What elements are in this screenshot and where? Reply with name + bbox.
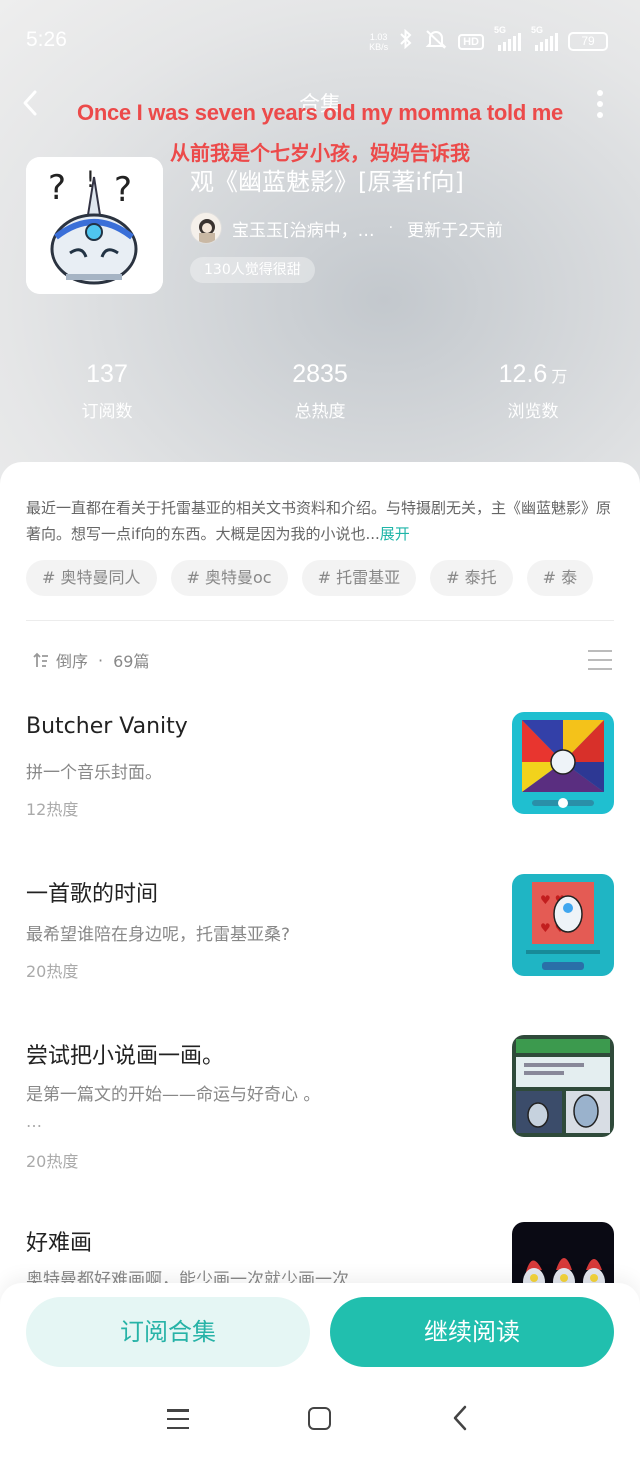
chapter-title[interactable]: Butcher Vanity bbox=[26, 714, 188, 739]
chapter-heat: 20热度 bbox=[26, 962, 79, 981]
network-speed: 1.03 KB/s bbox=[369, 31, 389, 52]
subscribe-collection-button[interactable]: 订阅合集 bbox=[26, 1297, 310, 1367]
chapter-subtitle: 最希望谁陪在身边呢，托雷基亚桑? bbox=[26, 925, 291, 945]
likes-badge: 130人觉得很甜 bbox=[190, 257, 315, 283]
tag-chip[interactable]: # 托雷基亚 bbox=[301, 560, 417, 596]
chapter-subtitle-continued: … bbox=[26, 1112, 42, 1131]
clock: 5:26 bbox=[26, 28, 67, 51]
tag-chip[interactable]: # 奥特曼同人 bbox=[26, 560, 157, 596]
separator: · bbox=[98, 650, 104, 670]
chapter-subtitle: 拼一个音乐封面。 bbox=[26, 763, 162, 783]
sort-icon bbox=[33, 652, 48, 667]
tag-list: # 奥特曼同人 # 奥特曼oc # 托雷基亚 # 泰托 # 泰 bbox=[26, 560, 640, 596]
chapter-thumbnail[interactable] bbox=[512, 1035, 614, 1137]
tag-chip[interactable]: # 泰托 bbox=[430, 560, 513, 596]
chapter-heat: 12热度 bbox=[26, 800, 79, 819]
chapter-heat: 20热度 bbox=[26, 1152, 79, 1171]
author-row[interactable]: 宝玉玉[治病中，… · 更新于2天前 bbox=[190, 212, 503, 244]
continue-reading-button[interactable]: 继续阅读 bbox=[330, 1297, 614, 1367]
home-square-icon[interactable] bbox=[308, 1407, 331, 1430]
bluetooth-icon bbox=[398, 28, 414, 54]
mute-bell-icon bbox=[424, 28, 448, 55]
chapter-thumbnail[interactable]: ♥ ♥ ♥ ♥ bbox=[512, 874, 614, 976]
svg-text:?: ? bbox=[114, 170, 132, 210]
hd-voice-icon: HD bbox=[458, 33, 484, 50]
collection-title: 观《幽蓝魅影》[原著if向] bbox=[190, 168, 464, 196]
expand-link[interactable]: 展开 bbox=[380, 525, 410, 543]
signal-icon-1: 5G bbox=[494, 25, 521, 51]
stat-heat: 2835 总热度 bbox=[292, 360, 348, 422]
svg-text:?: ? bbox=[48, 168, 66, 208]
chapter-title[interactable]: 一首歌的时间 bbox=[26, 876, 158, 908]
chapter-count: 69篇 bbox=[113, 652, 150, 671]
more-vertical-icon bbox=[597, 90, 603, 96]
author-avatar[interactable] bbox=[190, 212, 222, 244]
update-time: 更新于2天前 bbox=[407, 220, 503, 241]
signal-icon-2: 5G bbox=[531, 25, 558, 51]
status-bar: 5:26 1.03 KB/s HD 5G 5G 79 bbox=[0, 0, 640, 80]
chapter-subtitle: 是第一篇文的开始——命运与好奇心 。 bbox=[26, 1085, 321, 1105]
tag-chip[interactable]: # 泰 bbox=[526, 560, 594, 596]
sort-label[interactable]: 倒序 bbox=[56, 648, 88, 672]
author-name[interactable]: 宝玉玉[治病中，… bbox=[232, 216, 375, 241]
divider bbox=[26, 620, 614, 621]
collection-description: 最近一直都在看关于托雷基亚的相关文书资料和介绍。与特摄剧无关，主《幽蓝魅影》原著… bbox=[26, 499, 612, 543]
chapter-title[interactable]: 尝试把小说画一画。 bbox=[26, 1038, 224, 1070]
cover-illustration: ? ! ? bbox=[26, 157, 163, 294]
stat-subscribers: 137 订阅数 bbox=[81, 360, 133, 422]
overlay-caption-english: Once I was seven years old my momma told… bbox=[77, 100, 563, 125]
menu-icon[interactable] bbox=[167, 1409, 189, 1429]
back-chevron-icon[interactable] bbox=[451, 1403, 469, 1439]
sort-toggle[interactable]: 倒序 · 69篇 bbox=[32, 648, 149, 672]
stat-views: 12.6 万 浏览数 bbox=[498, 360, 568, 422]
collection-cover[interactable]: ? ! ? bbox=[26, 157, 163, 294]
tag-chip[interactable]: # 奥特曼oc bbox=[170, 560, 288, 596]
separator: · bbox=[388, 220, 394, 236]
chapter-title[interactable]: 好难画 bbox=[26, 1225, 92, 1257]
status-icons: 1.03 KB/s HD 5G 5G 79 bbox=[369, 25, 608, 55]
battery-icon: 79 bbox=[568, 32, 608, 51]
list-view-icon[interactable] bbox=[588, 650, 612, 670]
chapter-thumbnail[interactable] bbox=[512, 712, 614, 814]
